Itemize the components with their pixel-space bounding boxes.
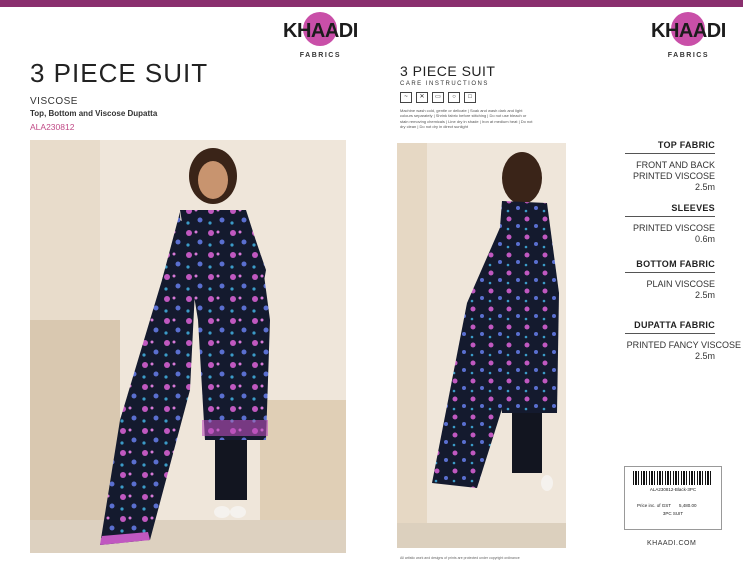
model-back-image <box>397 143 566 548</box>
tag-price-label: Price inc. of GST <box>637 503 672 508</box>
spec-divider <box>625 216 715 217</box>
top-brand-bar <box>0 0 743 7</box>
logo-text: KHAADI <box>651 19 726 42</box>
wash-icon: ~ <box>400 92 412 103</box>
spec-line: FRONT AND BACK <box>636 160 715 170</box>
logo-subtitle: FABRICS <box>299 52 341 59</box>
model-front-image <box>30 140 346 553</box>
spec-amount: 2.5m <box>694 290 715 300</box>
dry-clean-icon: ○ <box>448 92 460 103</box>
spec-line: PRINTED VISCOSE <box>632 171 715 181</box>
spec-heading: SLEEVES <box>671 203 715 213</box>
spec-line: PLAIN VISCOSE <box>646 279 715 289</box>
khaadi-logo-left: KHAADI FABRICS <box>283 12 358 59</box>
fabric-label: VISCOSE <box>30 96 78 107</box>
khaadi-logo-right: KHAADI FABRICS <box>651 12 726 59</box>
spec-heading: TOP FABRIC <box>657 140 715 150</box>
section-title: 3 PIECE SUIT <box>400 63 496 79</box>
copyright-note: All artistic work and designs of prints … <box>400 556 520 560</box>
barcode <box>633 471 713 485</box>
front-product-photo <box>30 140 346 553</box>
website-link[interactable]: KHAADI.COM <box>647 540 696 547</box>
spec-divider <box>625 153 715 154</box>
spec-dupatta-fabric: DUPATTA FABRIC PRINTED FANCY VISCOSE 2.5… <box>601 320 741 362</box>
page-title: 3 PIECE SUIT <box>30 58 209 88</box>
price-tag: ALA230812-Black-3PC Price inc. of GST 5,… <box>624 466 722 530</box>
iron-icon: ▭ <box>432 92 444 103</box>
back-product-photo <box>397 143 566 548</box>
spec-divider <box>625 272 715 273</box>
tag-price: 5,480.00 <box>679 503 697 508</box>
logo-text: KHAADI <box>283 19 358 42</box>
spec-sleeves: SLEEVES PRINTED VISCOSE 0.6m <box>575 203 715 245</box>
spec-top-fabric: TOP FABRIC FRONT AND BACK PRINTED VISCOS… <box>575 140 715 193</box>
spec-bottom-fabric: BOTTOM FABRIC PLAIN VISCOSE 2.5m <box>575 259 715 301</box>
spec-line: PRINTED FANCY VISCOSE <box>626 340 741 350</box>
product-description: Top, Bottom and Viscose Dupatta <box>30 109 158 118</box>
spec-amount: 2.5m <box>694 182 715 192</box>
product-code: ALA230812 <box>30 122 75 132</box>
spec-heading: BOTTOM FABRIC <box>636 259 715 269</box>
spec-line: PRINTED VISCOSE <box>632 223 715 233</box>
spec-amount: 2.5m <box>694 351 715 361</box>
logo-subtitle: FABRICS <box>667 52 709 59</box>
tag-type: 3PC SUIT <box>662 511 684 516</box>
no-bleach-icon: ✕ <box>416 92 428 103</box>
care-icons-row: ~ ✕ ▭ ○ □ <box>400 92 476 103</box>
spec-amount: 0.6m <box>694 234 715 244</box>
spec-heading: DUPATTA FABRIC <box>634 320 715 330</box>
tumble-icon: □ <box>464 92 476 103</box>
care-instructions-text: Machine wash cold, gentle or delicate | … <box>400 108 533 129</box>
tag-sku: ALA230812-Black-3PC <box>649 487 697 492</box>
care-heading: CARE INSTRUCTIONS <box>400 81 489 87</box>
spec-divider <box>625 333 715 334</box>
